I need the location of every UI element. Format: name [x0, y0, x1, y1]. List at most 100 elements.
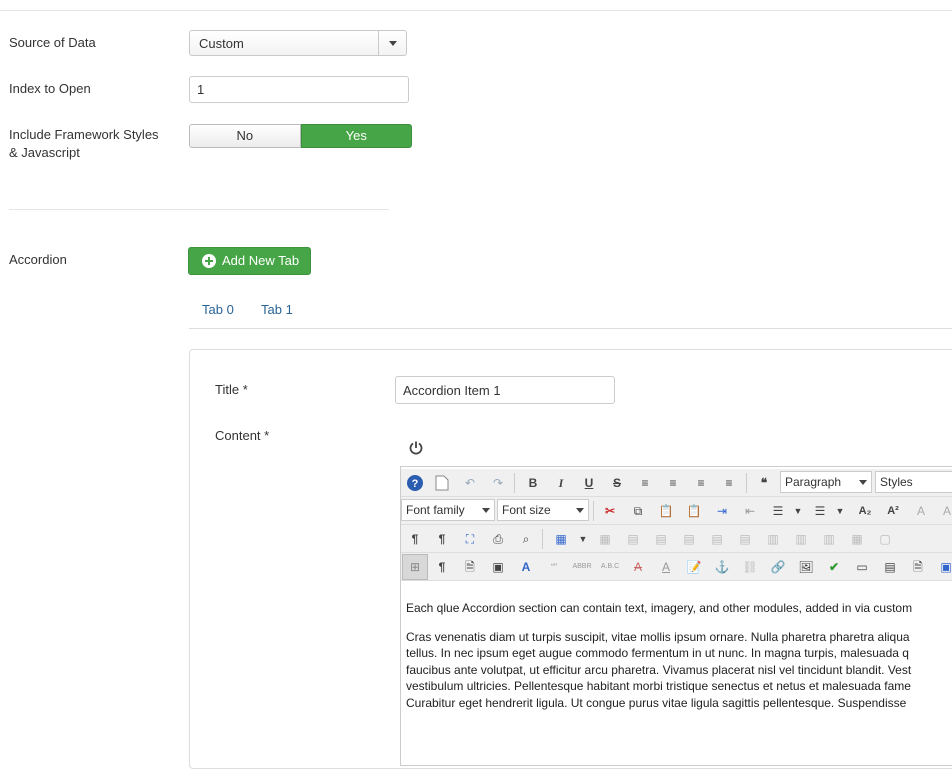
merge-cells-icon[interactable]: ▢	[874, 528, 896, 550]
align-center-icon[interactable]: ≡	[662, 472, 684, 494]
insert-icon[interactable]: A	[655, 556, 677, 578]
anchor-icon[interactable]: ⚓	[711, 556, 733, 578]
outdent-icon[interactable]: ⇤	[739, 500, 761, 522]
italic-icon[interactable]: I	[550, 472, 572, 494]
image-icon[interactable]: 🖼	[795, 556, 817, 578]
delete-icon[interactable]: A	[627, 556, 649, 578]
insert-file-icon[interactable]: 🗎	[459, 556, 481, 578]
fullscreen-icon[interactable]: ⛶	[459, 528, 481, 550]
undo-icon[interactable]: ↶	[459, 472, 481, 494]
content-paragraph-2-line: faucibus ante volutpat, ut efficitur arc…	[406, 662, 912, 677]
readmore-icon[interactable]: 🗎	[907, 556, 929, 578]
pagebreak-icon[interactable]: ▣	[935, 556, 952, 578]
copy-icon[interactable]: ⧉	[627, 500, 649, 522]
paste-icon[interactable]: 📋	[655, 500, 677, 522]
redo-icon[interactable]: ↷	[487, 472, 509, 494]
tab-0[interactable]: Tab 0	[202, 302, 234, 317]
indent-icon[interactable]: ⇥	[711, 500, 733, 522]
insert-row-before-icon[interactable]: ▤	[678, 528, 700, 550]
bullet-list-icon[interactable]: ☰	[809, 500, 831, 522]
power-toggle-icon[interactable]	[408, 440, 424, 456]
source-of-data-select[interactable]: Custom	[189, 30, 407, 56]
spellcheck-icon[interactable]: ✔	[823, 556, 845, 578]
chevron-down-icon	[576, 508, 584, 513]
toolbar-row-2: Font family Font size ✂ ⧉ 📋 📋 ⇥ ⇤ ☰ ▼ ☰ …	[401, 497, 952, 525]
row-props-icon[interactable]: ▤	[622, 528, 644, 550]
cell-props-icon[interactable]: ▤	[650, 528, 672, 550]
acronym-icon[interactable]: A.B.C	[599, 556, 621, 578]
underline-icon[interactable]: U	[578, 472, 600, 494]
framework-styles-label-line2: & Javascript	[9, 145, 80, 160]
visual-aid-icon[interactable]: ⊞	[402, 554, 428, 580]
toolbar-separator	[542, 529, 543, 549]
rtl-icon[interactable]: ¶	[431, 528, 453, 550]
styles-select[interactable]: Styles	[875, 471, 952, 493]
chevron-down-icon	[859, 480, 867, 485]
add-new-tab-label: Add New Tab	[222, 253, 300, 268]
paragraph-select-value: Paragraph	[785, 475, 842, 489]
insert-row-after-icon[interactable]: ▤	[706, 528, 728, 550]
cite-icon[interactable]: “”	[543, 556, 565, 578]
superscript-icon[interactable]: A²	[882, 500, 904, 522]
source-of-data-value: Custom	[199, 36, 244, 51]
numbered-list-icon[interactable]: ☰	[767, 500, 789, 522]
subscript-icon[interactable]: A₂	[854, 500, 876, 522]
style-props-icon[interactable]: A	[515, 556, 537, 578]
blockquote-icon[interactable]: ❝	[753, 472, 775, 494]
delete-table-icon[interactable]: ▦	[594, 528, 616, 550]
print-icon[interactable]: ⎙	[487, 528, 509, 550]
content-paragraph-2-line: tellus. In nec ipsum eget augue commodo …	[406, 646, 909, 660]
delete-row-icon[interactable]: ▤	[734, 528, 756, 550]
bold-icon[interactable]: B	[522, 472, 544, 494]
align-left-icon[interactable]: ≡	[690, 472, 712, 494]
toggle-no-button[interactable]: No	[189, 124, 301, 148]
text-color-icon[interactable]: A	[910, 500, 932, 522]
chevron-down-icon[interactable]	[378, 31, 406, 55]
paragraph-select[interactable]: Paragraph	[780, 471, 872, 493]
title-label: Title *	[215, 382, 248, 397]
index-to-open-label: Index to Open	[9, 81, 91, 96]
add-new-tab-button[interactable]: Add New Tab	[188, 247, 311, 275]
delete-col-icon[interactable]: ▥	[818, 528, 840, 550]
top-divider	[0, 10, 952, 11]
font-size-select[interactable]: Font size	[497, 499, 589, 521]
toggle-yes-button[interactable]: Yes	[300, 124, 412, 148]
split-cells-icon[interactable]: ▦	[846, 528, 868, 550]
insert-col-before-icon[interactable]: ▥	[762, 528, 784, 550]
editor-content[interactable]: Each qlue Accordion section can contain …	[406, 600, 952, 711]
chevron-down-icon[interactable]: ▼	[572, 528, 594, 550]
content-label: Content *	[215, 428, 270, 443]
abbr-icon[interactable]: ABBR	[571, 556, 593, 578]
table-icon[interactable]: ▦	[550, 528, 572, 550]
index-to-open-input[interactable]	[189, 76, 409, 103]
chevron-down-icon[interactable]: ▼	[787, 500, 809, 522]
show-blocks-icon[interactable]: ¶	[431, 556, 453, 578]
link-icon[interactable]: 🔗	[767, 556, 789, 578]
insert-col-after-icon[interactable]: ▥	[790, 528, 812, 550]
chevron-down-icon[interactable]: ▼	[829, 500, 851, 522]
title-input[interactable]	[395, 376, 615, 404]
search-replace-icon[interactable]: ⌕	[515, 528, 537, 550]
font-size-select-value: Font size	[502, 503, 551, 517]
toolbar-separator	[514, 473, 515, 493]
toolbar-row-4: ⊞ ¶ 🗎 ▣ A “” ABBR A.B.C A A 📝 ⚓ ⛓ 🔗 🖼 ✔ …	[401, 553, 952, 581]
styles-select-value: Styles	[880, 475, 913, 489]
align-justify-icon[interactable]: ≡	[634, 472, 656, 494]
cut-icon[interactable]: ✂	[599, 500, 621, 522]
highlight-icon[interactable]: A	[936, 500, 952, 522]
unlink-icon[interactable]: ⛓	[739, 556, 761, 578]
paste-text-icon[interactable]: 📋	[683, 500, 705, 522]
strikethrough-icon[interactable]: S	[606, 472, 628, 494]
media-icon[interactable]: ▤	[879, 556, 901, 578]
tab-1[interactable]: Tab 1	[261, 302, 293, 317]
template-icon[interactable]: ▣	[487, 556, 509, 578]
horizontal-rule-icon[interactable]: ▭	[851, 556, 873, 578]
font-family-select-value: Font family	[406, 503, 465, 517]
help-icon[interactable]: ?	[404, 472, 426, 494]
ltr-icon[interactable]: ¶	[404, 528, 426, 550]
content-paragraph-2-line: Cras venenatis diam ut turpis suscipit, …	[406, 629, 910, 644]
attributes-icon[interactable]: 📝	[683, 556, 705, 578]
font-family-select[interactable]: Font family	[401, 499, 495, 521]
align-right-icon[interactable]: ≡	[718, 472, 740, 494]
new-document-icon[interactable]	[431, 472, 453, 494]
